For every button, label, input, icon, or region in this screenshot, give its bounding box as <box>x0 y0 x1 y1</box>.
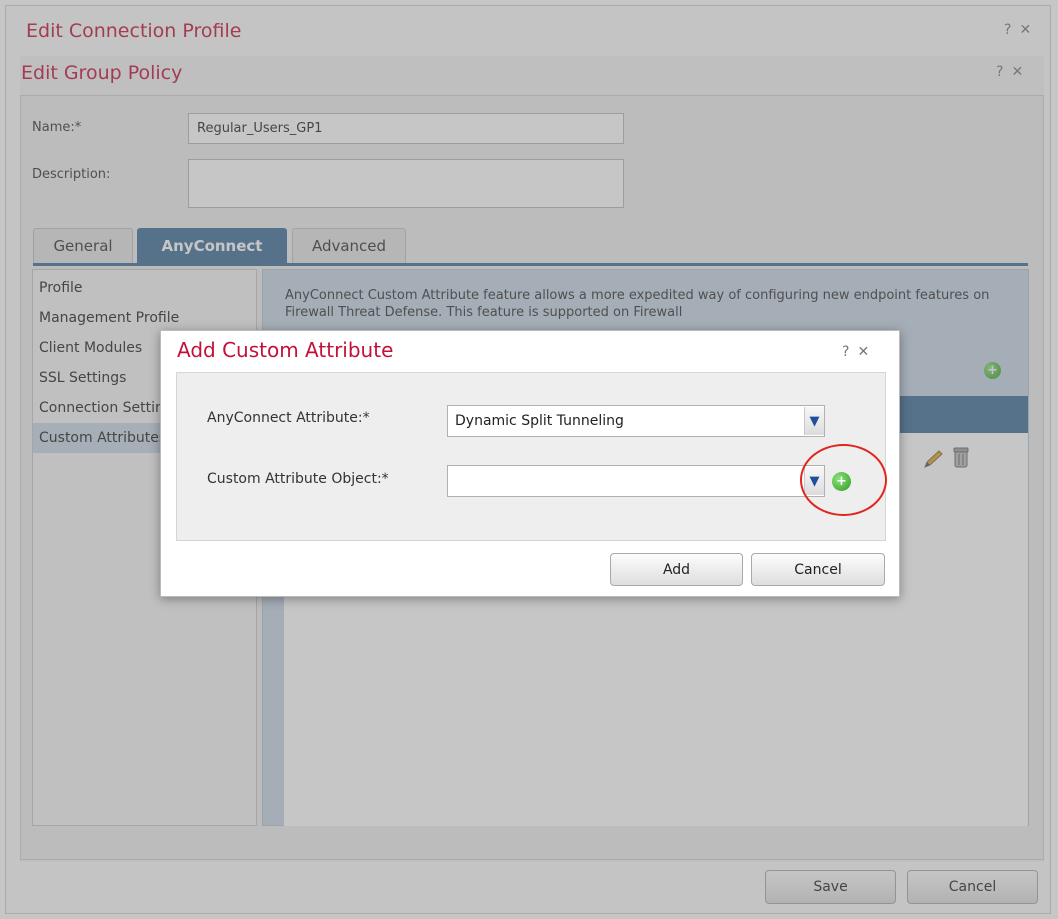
highlight-circle <box>800 444 887 516</box>
anyconnect-attribute-value: Dynamic Split Tunneling <box>455 413 624 429</box>
add-button[interactable]: Add <box>610 553 743 586</box>
chevron-down-icon[interactable]: ▼ <box>804 407 824 435</box>
custom-attribute-object-select[interactable]: ▼ <box>447 465 825 497</box>
dialog-controls: ?✕ <box>842 344 877 360</box>
help-icon[interactable]: ? <box>842 344 857 360</box>
dialog-cancel-button[interactable]: Cancel <box>751 553 885 586</box>
dialog-form <box>176 372 886 541</box>
custom-attribute-object-label: Custom Attribute Object:* <box>207 471 389 487</box>
dialog-title: Add Custom Attribute <box>177 338 394 362</box>
anyconnect-attribute-select[interactable]: Dynamic Split Tunneling ▼ <box>447 405 825 437</box>
anyconnect-attribute-label: AnyConnect Attribute:* <box>207 410 370 426</box>
close-icon[interactable]: ✕ <box>857 344 877 360</box>
